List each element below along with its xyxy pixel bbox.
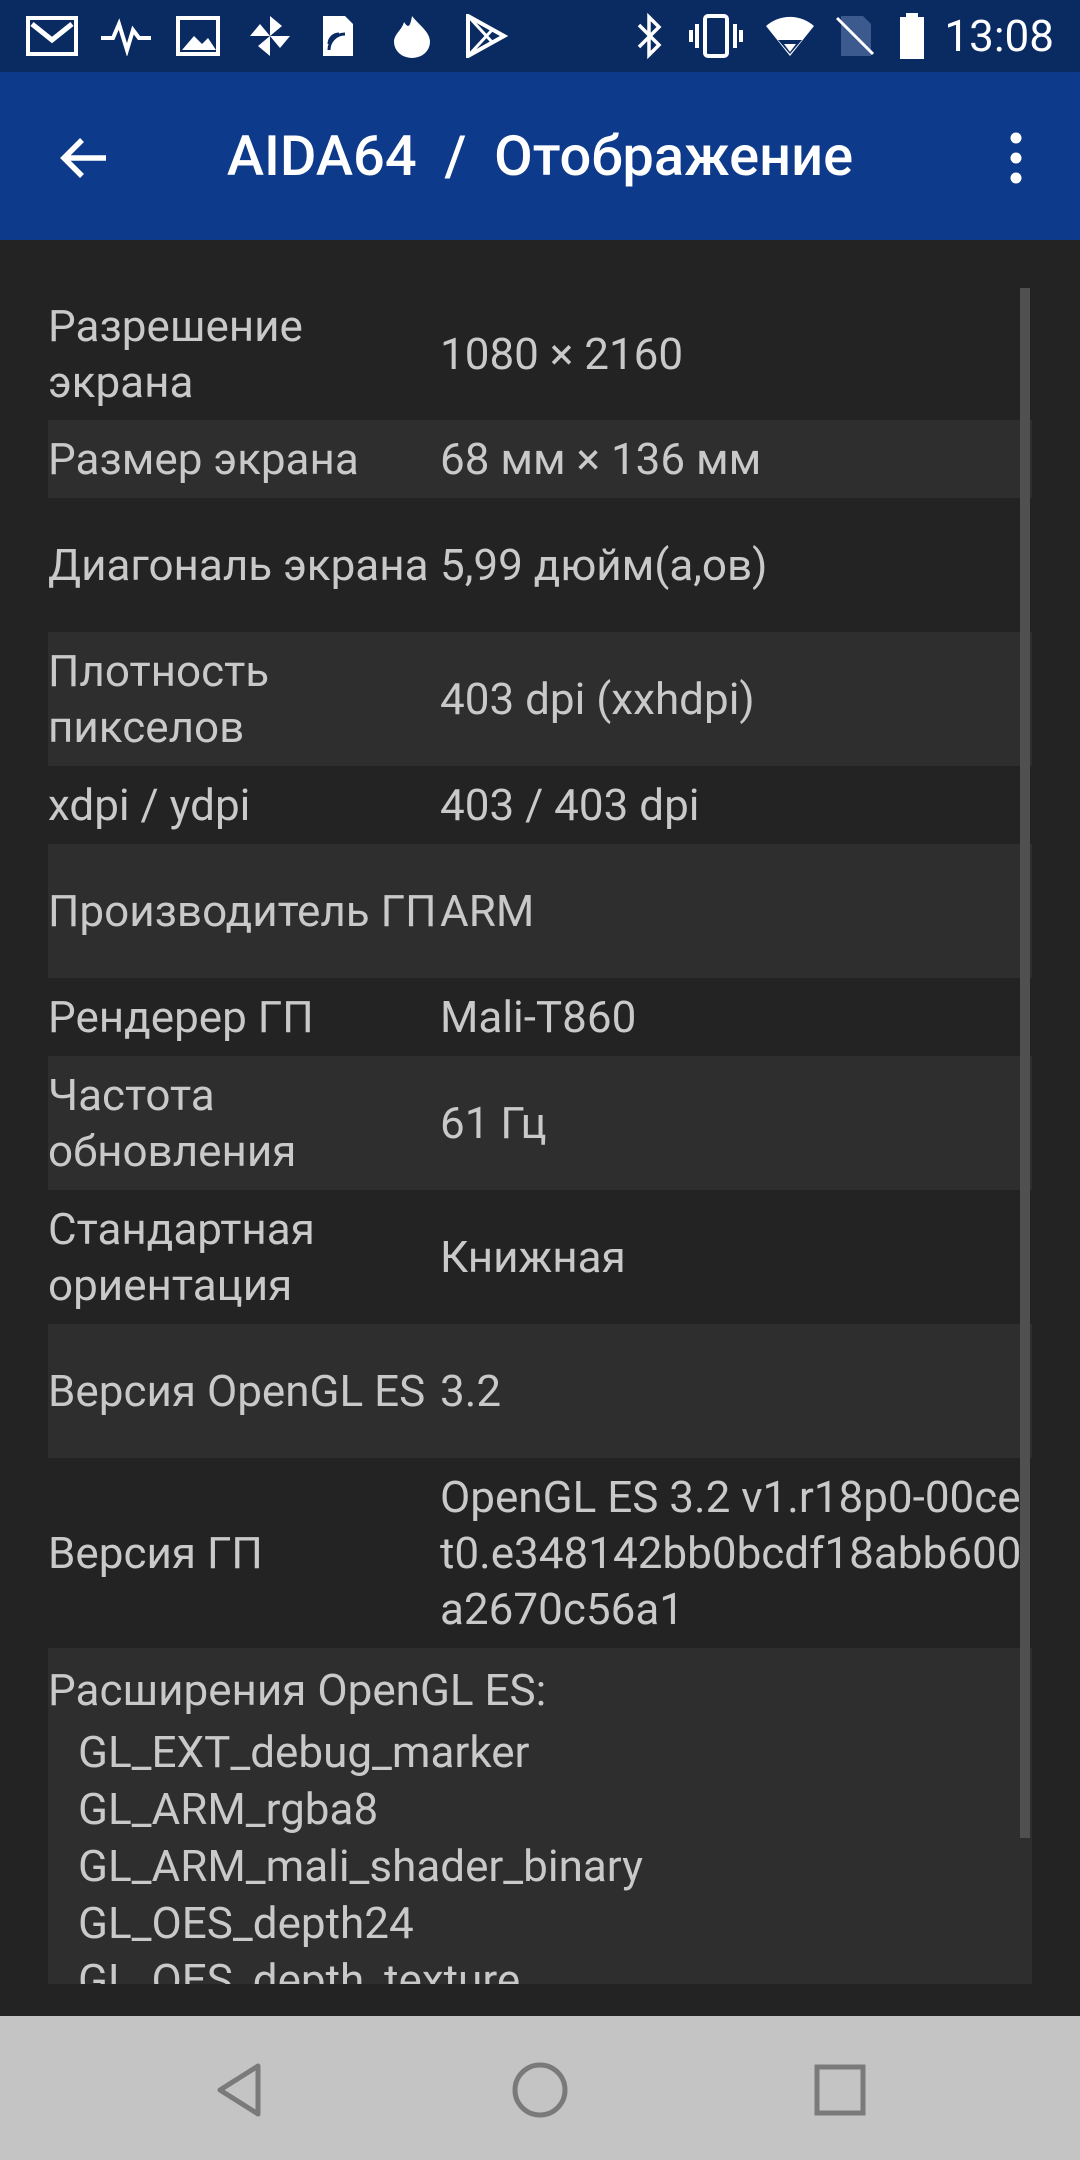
row-value: ARM <box>440 885 535 937</box>
table-row: Версия OpenGL ES 3.2 <box>48 1324 1032 1458</box>
triangle-back-icon <box>210 2060 270 2124</box>
list-item: GL_ARM_rgba8 <box>78 1783 379 1835</box>
table-row: Производитель ГП ARM <box>48 844 1032 978</box>
table-row: xdpi / ydpi 403 / 403 dpi <box>48 766 1032 844</box>
row-label: Стандартная ориентация <box>48 1203 315 1311</box>
row-value: 1080 × 2160 <box>440 328 684 380</box>
more-vertical-icon <box>1008 132 1024 188</box>
table-row: Диагональ экрана 5,99 дюйм(а,ов) <box>48 498 1032 632</box>
row-label: Разрешение экрана <box>48 300 303 408</box>
row-label: Версия ГП <box>48 1527 263 1579</box>
list-item: GL_EXT_debug_marker <box>78 1726 530 1778</box>
bluetooth-icon <box>630 12 670 60</box>
app-bar: AIDA64 / Отображение <box>0 72 1080 240</box>
pulse-icon <box>98 12 154 60</box>
row-value: 61 Гц <box>440 1097 547 1149</box>
nav-back-button[interactable] <box>196 2048 284 2136</box>
no-sim-icon <box>832 12 878 60</box>
overflow-menu-button[interactable] <box>976 116 1056 204</box>
row-value: 68 мм × 136 мм <box>440 433 762 485</box>
row-label: Рендерер ГП <box>48 991 314 1043</box>
extensions-block: Расширения OpenGL ES: GL_EXT_debug_marke… <box>48 1648 1032 1984</box>
circle-home-icon <box>510 2060 570 2124</box>
status-bar: 13:08 <box>0 0 1080 72</box>
vibrate-icon <box>688 12 744 60</box>
info-table: Разрешение экрана 1080 × 2160 Размер экр… <box>48 288 1032 1984</box>
list-item: GL_ARM_mali_shader_binary <box>78 1840 643 1892</box>
pinwheel-icon <box>244 12 296 60</box>
gmail-icon <box>24 12 80 60</box>
table-row: Версия ГП OpenGL ES 3.2 v1.r18p0-00cet0.… <box>48 1458 1032 1648</box>
play-store-icon <box>462 12 510 60</box>
battery-icon <box>896 12 928 60</box>
fire-icon <box>388 12 436 60</box>
row-value: Книжная <box>440 1231 626 1283</box>
sim-card-icon <box>318 12 358 60</box>
row-value: Mali-T860 <box>440 991 637 1043</box>
row-value: 403 dpi (xxhdpi) <box>440 673 755 725</box>
status-time: 13:08 <box>944 10 1054 62</box>
row-value: OpenGL ES 3.2 v1.r18p0-00cet0.e348142bb0… <box>440 1471 1022 1635</box>
list-item: GL_OES_depth_texture <box>78 1954 521 1984</box>
row-value: 403 / 403 dpi <box>440 779 700 831</box>
wifi-icon <box>762 12 818 60</box>
row-label: Частота обновления <box>48 1069 297 1177</box>
scrollbar[interactable] <box>1020 288 1030 1838</box>
table-row: Разрешение экрана 1080 × 2160 <box>48 288 1032 420</box>
row-value: 3.2 <box>440 1365 502 1417</box>
table-row: Стандартная ориентация Книжная <box>48 1190 1032 1324</box>
nav-home-button[interactable] <box>496 2048 584 2136</box>
nav-recents-button[interactable] <box>796 2048 884 2136</box>
row-label: Размер экрана <box>48 433 359 485</box>
table-row: Частота обновления 61 Гц <box>48 1056 1032 1190</box>
row-value: 5,99 дюйм(а,ов) <box>440 539 768 591</box>
navigation-bar <box>0 2016 1080 2160</box>
row-label: Плотность пикселов <box>48 645 270 753</box>
image-icon <box>174 12 222 60</box>
square-recents-icon <box>812 2062 868 2122</box>
row-label: Диагональ экрана <box>48 539 429 591</box>
display-info-list[interactable]: Разрешение экрана 1080 × 2160 Размер экр… <box>0 240 1080 2016</box>
row-label: xdpi / ydpi <box>48 779 251 831</box>
row-label: Производитель ГП <box>48 885 437 937</box>
list-item: GL_OES_depth24 <box>78 1897 414 1949</box>
table-row: Плотность пикселов 403 dpi (xxhdpi) <box>48 632 1032 766</box>
row-label: Версия OpenGL ES <box>48 1365 426 1417</box>
page-title: AIDA64 / Отображение <box>226 123 854 189</box>
extensions-title: Расширения OpenGL ES: <box>48 1664 547 1716</box>
table-row: Рендерер ГП Mali-T860 <box>48 978 1032 1056</box>
table-row: Размер экрана 68 мм × 136 мм <box>48 420 1032 498</box>
